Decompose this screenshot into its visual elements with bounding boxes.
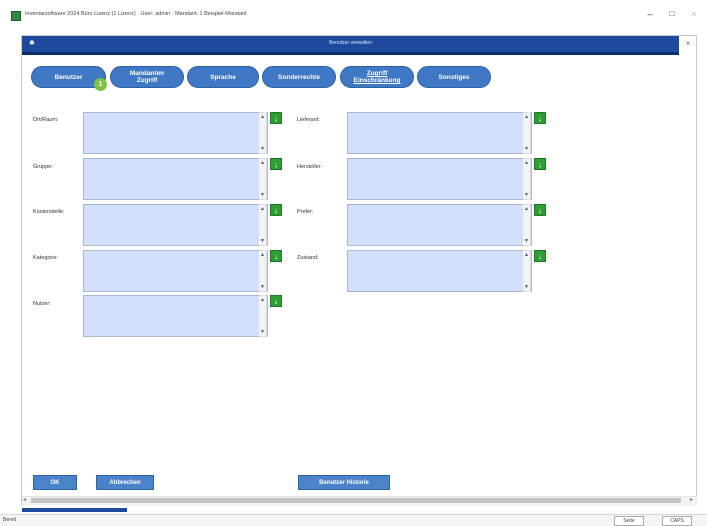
minimize-button[interactable]: – xyxy=(642,8,658,20)
zustand-add-button[interactable]: ↓ xyxy=(534,250,546,262)
scroll-down-icon[interactable]: ▼ xyxy=(260,238,265,244)
kostenstelle-scrollbar[interactable]: ▲ ▼ xyxy=(259,204,267,246)
status-text: Bereit xyxy=(3,517,17,523)
scroll-down-icon[interactable]: ▼ xyxy=(260,284,265,290)
prefer-listbox[interactable] xyxy=(347,204,532,246)
scroll-down-icon[interactable]: ▼ xyxy=(260,329,265,335)
label-prefer: Prefer: xyxy=(297,209,314,215)
progress-strip xyxy=(22,508,127,512)
tab-count-badge: 1 xyxy=(94,78,107,91)
lieferant-add-button[interactable]: ↓ xyxy=(534,112,546,124)
kostenstelle-listbox[interactable] xyxy=(83,204,268,246)
app-icon xyxy=(11,11,21,21)
scroll-up-icon[interactable]: ▲ xyxy=(260,160,265,166)
standort-listbox[interactable] xyxy=(83,112,268,154)
scroll-up-icon[interactable]: ▲ xyxy=(260,252,265,258)
kategorie-listbox[interactable] xyxy=(83,250,268,292)
lieferant-scrollbar[interactable]: ▲ ▼ xyxy=(523,112,531,154)
tab-label: Benutzer xyxy=(54,73,83,81)
tab-label: Zugriff xyxy=(366,70,388,77)
tab-label: Sonderrechte xyxy=(278,73,320,81)
gruppe-add-button[interactable]: ↓ xyxy=(270,158,282,170)
lieferant-listbox[interactable] xyxy=(347,112,532,154)
scroll-down-icon[interactable]: ▼ xyxy=(260,146,265,152)
scroll-up-icon[interactable]: ▲ xyxy=(260,297,265,303)
scroll-up-icon[interactable]: ▲ xyxy=(524,252,529,258)
kostenstelle-add-button[interactable]: ↓ xyxy=(270,204,282,216)
hersteller-add-button[interactable]: ↓ xyxy=(534,158,546,170)
tab-label: Sonstiges xyxy=(438,73,470,81)
scroll-down-icon[interactable]: ▼ xyxy=(260,192,265,198)
tab-sprache[interactable]: Sprache xyxy=(187,66,259,88)
scroll-down-icon[interactable]: ▼ xyxy=(524,146,529,152)
scroll-down-icon[interactable]: ▼ xyxy=(524,284,529,290)
ok-button[interactable]: OK xyxy=(33,475,77,490)
gruppe-listbox[interactable] xyxy=(83,158,268,200)
zustand-listbox[interactable] xyxy=(347,250,532,292)
label-lieferant: Lieferant: xyxy=(297,117,320,123)
scroll-right-icon[interactable]: ▸ xyxy=(690,496,693,503)
scroll-up-icon[interactable]: ▲ xyxy=(524,114,529,120)
cancel-button[interactable]: Abbrechen xyxy=(96,475,154,490)
nutzer-add-button[interactable]: ↓ xyxy=(270,295,282,307)
label-kategorie: Kategorie: xyxy=(33,255,59,261)
tab-label: Einschränkung xyxy=(353,77,401,84)
tab-label: Mandanten xyxy=(129,70,165,77)
tab-zugriff-einschraenkung[interactable]: Zugriff Einschränkung xyxy=(340,66,414,88)
tab-sonstiges[interactable]: Sonstiges xyxy=(417,66,491,88)
window-title: Inventarsoftware 2024 Büro Lizenz (1 Liz… xyxy=(25,11,247,17)
prefer-scrollbar[interactable]: ▲ ▼ xyxy=(523,204,531,246)
dialog-close-button[interactable]: × xyxy=(682,38,694,50)
scroll-down-icon[interactable]: ▼ xyxy=(524,192,529,198)
nutzer-scrollbar[interactable]: ▲ ▼ xyxy=(259,295,267,337)
status-page-indicator: Seite xyxy=(614,516,644,526)
tab-sonderrechte[interactable]: Sonderrechte xyxy=(262,66,336,88)
scrollbar-thumb[interactable] xyxy=(31,498,681,503)
label-zustand: Zustand: xyxy=(297,255,319,261)
status-bar xyxy=(0,514,707,526)
prefer-add-button[interactable]: ↓ xyxy=(534,204,546,216)
scroll-up-icon[interactable]: ▲ xyxy=(524,160,529,166)
scroll-left-icon[interactable]: ◂ xyxy=(23,496,26,503)
nutzer-listbox[interactable] xyxy=(83,295,268,337)
scroll-up-icon[interactable]: ▲ xyxy=(260,114,265,120)
standort-add-button[interactable]: ↓ xyxy=(270,112,282,124)
scroll-up-icon[interactable]: ▲ xyxy=(524,206,529,212)
tab-mandanten-zugriff[interactable]: Mandanten Zugriff xyxy=(110,66,184,88)
label-standort: Ort/Raum: xyxy=(33,117,59,123)
dialog-title: Benutzer verwalten xyxy=(329,40,372,46)
header-divider xyxy=(22,52,679,55)
hersteller-listbox[interactable] xyxy=(347,158,532,200)
tab-label: Zugriff xyxy=(136,77,158,84)
label-gruppe: Gruppe: xyxy=(33,164,53,170)
maximize-button[interactable]: □ xyxy=(664,8,680,20)
label-hersteller: Hersteller: xyxy=(297,164,323,170)
label-nutzer: Nutzer: xyxy=(33,301,51,307)
status-caps-indicator: CAPS xyxy=(662,516,692,526)
kategorie-scrollbar[interactable]: ▲ ▼ xyxy=(259,250,267,292)
user-history-button[interactable]: Benutzer Historie xyxy=(298,475,390,490)
zustand-scrollbar[interactable]: ▲ ▼ xyxy=(523,250,531,292)
tab-label: Sprache xyxy=(210,73,236,81)
close-window-button[interactable]: × xyxy=(686,8,702,20)
gruppe-scrollbar[interactable]: ▲ ▼ xyxy=(259,158,267,200)
label-kostenstelle: Kostenstelle: xyxy=(33,209,65,215)
scroll-up-icon[interactable]: ▲ xyxy=(260,206,265,212)
standort-scrollbar[interactable]: ▲ ▼ xyxy=(259,112,267,154)
kategorie-add-button[interactable]: ↓ xyxy=(270,250,282,262)
hersteller-scrollbar[interactable]: ▲ ▼ xyxy=(523,158,531,200)
scroll-down-icon[interactable]: ▼ xyxy=(524,238,529,244)
